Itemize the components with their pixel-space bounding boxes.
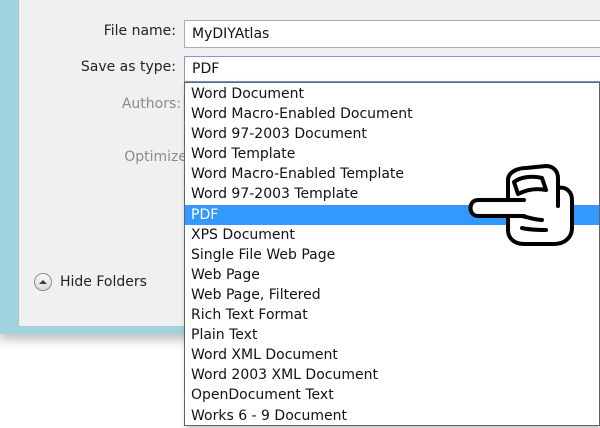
file-name-input[interactable]: MyDIYAtlas [184,20,600,48]
file-type-option[interactable]: Plain Text [185,325,599,345]
file-type-option[interactable]: Word Macro-Enabled Document [185,104,599,124]
save-as-dialog-screenshot: File name: MyDIYAtlas Save as type: PDF … [0,0,600,428]
file-type-option[interactable]: Word XML Document [185,345,599,365]
save-as-type-select[interactable]: PDF [184,56,600,82]
file-type-option[interactable]: Works 6 - 9 Document [185,406,599,426]
file-name-label: File name: [103,23,176,39]
chevron-up-icon [34,273,52,291]
file-type-option[interactable]: Web Page [185,265,599,285]
file-type-option[interactable]: Word 2003 XML Document [185,365,599,385]
file-type-option[interactable]: OpenDocument Text [185,385,599,405]
hide-folders-button[interactable]: Hide Folders [34,271,147,293]
optimize-label: Optimize [124,149,187,165]
file-type-option[interactable]: Word Document [185,84,599,104]
save-as-type-dropdown-list[interactable]: Word Document Word Macro-Enabled Document… [184,82,600,426]
save-as-type-label: Save as type: [80,59,176,75]
hide-folders-label: Hide Folders [60,274,147,290]
file-type-options: Word Document Word Macro-Enabled Document… [185,83,599,426]
file-type-option[interactable]: Rich Text Format [185,305,599,325]
pointing-hand-icon [468,164,574,246]
file-type-option[interactable]: Word 97-2003 Document [185,124,599,144]
authors-label: Authors: [121,96,181,112]
file-type-option[interactable]: Web Page, Filtered [185,285,599,305]
